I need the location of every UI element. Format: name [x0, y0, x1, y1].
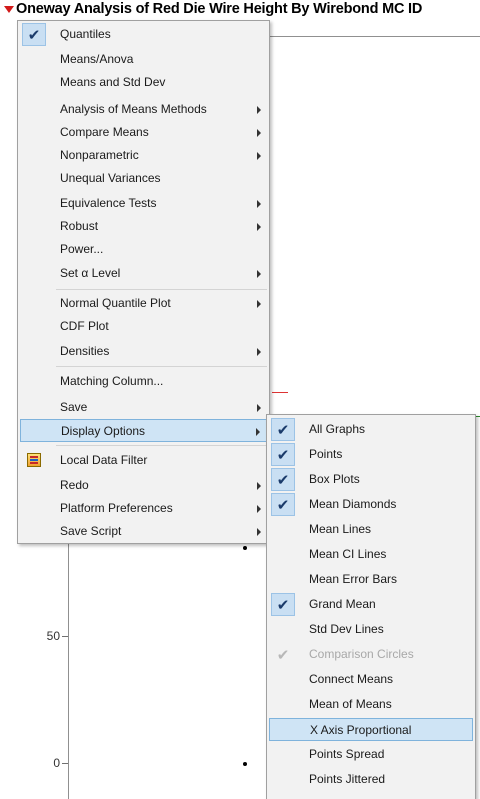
check-icon: ✔ [271, 418, 295, 441]
check-icon: ✔ [271, 468, 295, 491]
menu-item-compare-means[interactable]: Compare Means [20, 121, 267, 144]
submenu-arrow-icon [257, 482, 261, 490]
submenu-arrow-icon [257, 223, 261, 231]
submenu-item-mean-of-means[interactable]: Mean of Means [269, 693, 473, 716]
y-axis-tick [62, 763, 68, 764]
y-axis-tick-label: 50 [46, 629, 60, 643]
submenu-item-mean-ci-lines[interactable]: Mean CI Lines [269, 543, 473, 566]
menu-item-power[interactable]: Power... [20, 238, 267, 261]
platform-popup-menu: ✔ Quantiles Means/Anova Means and Std De… [17, 20, 270, 544]
submenu-item-all-graphs[interactable]: ✔ All Graphs [269, 418, 473, 441]
menu-item-cdf-plot[interactable]: CDF Plot [20, 315, 267, 338]
y-axis-tick-label: 0 [53, 756, 60, 770]
check-icon: ✔ [276, 646, 290, 664]
menu-item-save-script[interactable]: Save Script [20, 520, 267, 543]
check-icon: ✔ [271, 443, 295, 466]
menu-item-matching-column[interactable]: Matching Column... [20, 370, 267, 393]
menu-item-means-std-dev[interactable]: Means and Std Dev [20, 71, 267, 94]
report-header: Oneway Analysis of Red Die Wire Height B… [0, 0, 480, 20]
check-icon: ✔ [271, 593, 295, 616]
submenu-arrow-icon [257, 528, 261, 536]
submenu-item-std-dev-lines[interactable]: Std Dev Lines [269, 618, 473, 641]
submenu-arrow-icon [257, 300, 261, 308]
submenu-arrow-icon [256, 428, 260, 436]
submenu-item-mean-error-bars[interactable]: Mean Error Bars [269, 568, 473, 591]
menu-item-local-data-filter[interactable]: Local Data Filter [20, 449, 267, 472]
menu-separator [56, 289, 267, 290]
menu-item-set-alpha-level[interactable]: Set α Level [20, 262, 267, 285]
menu-item-redo[interactable]: Redo [20, 474, 267, 497]
menu-item-save[interactable]: Save [20, 396, 267, 419]
display-options-submenu: ✔ All Graphs ✔ Points ✔ Box Plots ✔ Mean… [266, 414, 476, 799]
menu-separator [56, 445, 267, 446]
submenu-arrow-icon [257, 270, 261, 278]
submenu-arrow-icon [257, 200, 261, 208]
menu-item-nonparametric[interactable]: Nonparametric [20, 144, 267, 167]
menu-item-robust[interactable]: Robust [20, 215, 267, 238]
submenu-item-points[interactable]: ✔ Points [269, 443, 473, 466]
menu-item-equivalence-tests[interactable]: Equivalence Tests [20, 192, 267, 215]
menu-item-unequal-variances[interactable]: Unequal Variances [20, 167, 267, 190]
submenu-item-grand-mean[interactable]: ✔ Grand Mean [269, 593, 473, 616]
report-title: Oneway Analysis of Red Die Wire Height B… [16, 1, 423, 17]
menu-item-display-options[interactable]: Display Options [20, 419, 267, 442]
submenu-arrow-icon [257, 505, 261, 513]
menu-item-densities[interactable]: Densities [20, 340, 267, 363]
check-icon: ✔ [271, 493, 295, 516]
submenu-item-comparison-circles: ✔ Comparison Circles [269, 643, 473, 666]
submenu-item-box-plots[interactable]: ✔ Box Plots [269, 468, 473, 491]
submenu-arrow-icon [257, 348, 261, 356]
grand-mean-marker [272, 392, 288, 393]
menu-item-quantiles[interactable]: ✔ Quantiles [20, 23, 267, 46]
submenu-item-points-spread[interactable]: Points Spread [269, 743, 473, 766]
submenu-arrow-icon [257, 106, 261, 114]
check-icon: ✔ [22, 23, 46, 46]
submenu-item-points-jittered[interactable]: Points Jittered [269, 768, 473, 791]
data-point [243, 762, 247, 766]
menu-item-platform-preferences[interactable]: Platform Preferences [20, 497, 267, 520]
menu-item-analysis-of-means[interactable]: Analysis of Means Methods [20, 98, 267, 121]
red-triangle-menu-icon[interactable] [4, 6, 14, 13]
data-filter-icon [27, 453, 41, 467]
y-axis-tick [62, 636, 68, 637]
submenu-arrow-icon [257, 404, 261, 412]
data-point [243, 546, 247, 550]
menu-item-normal-quantile-plot[interactable]: Normal Quantile Plot [20, 292, 267, 315]
submenu-item-mean-diamonds[interactable]: ✔ Mean Diamonds [269, 493, 473, 516]
submenu-arrow-icon [257, 129, 261, 137]
submenu-arrow-icon [257, 152, 261, 160]
submenu-item-connect-means[interactable]: Connect Means [269, 668, 473, 691]
menu-item-means-anova[interactable]: Means/Anova [20, 48, 267, 71]
menu-separator [56, 366, 267, 367]
submenu-item-mean-lines[interactable]: Mean Lines [269, 518, 473, 541]
submenu-item-x-axis-proportional[interactable]: X Axis Proportional [269, 718, 473, 741]
